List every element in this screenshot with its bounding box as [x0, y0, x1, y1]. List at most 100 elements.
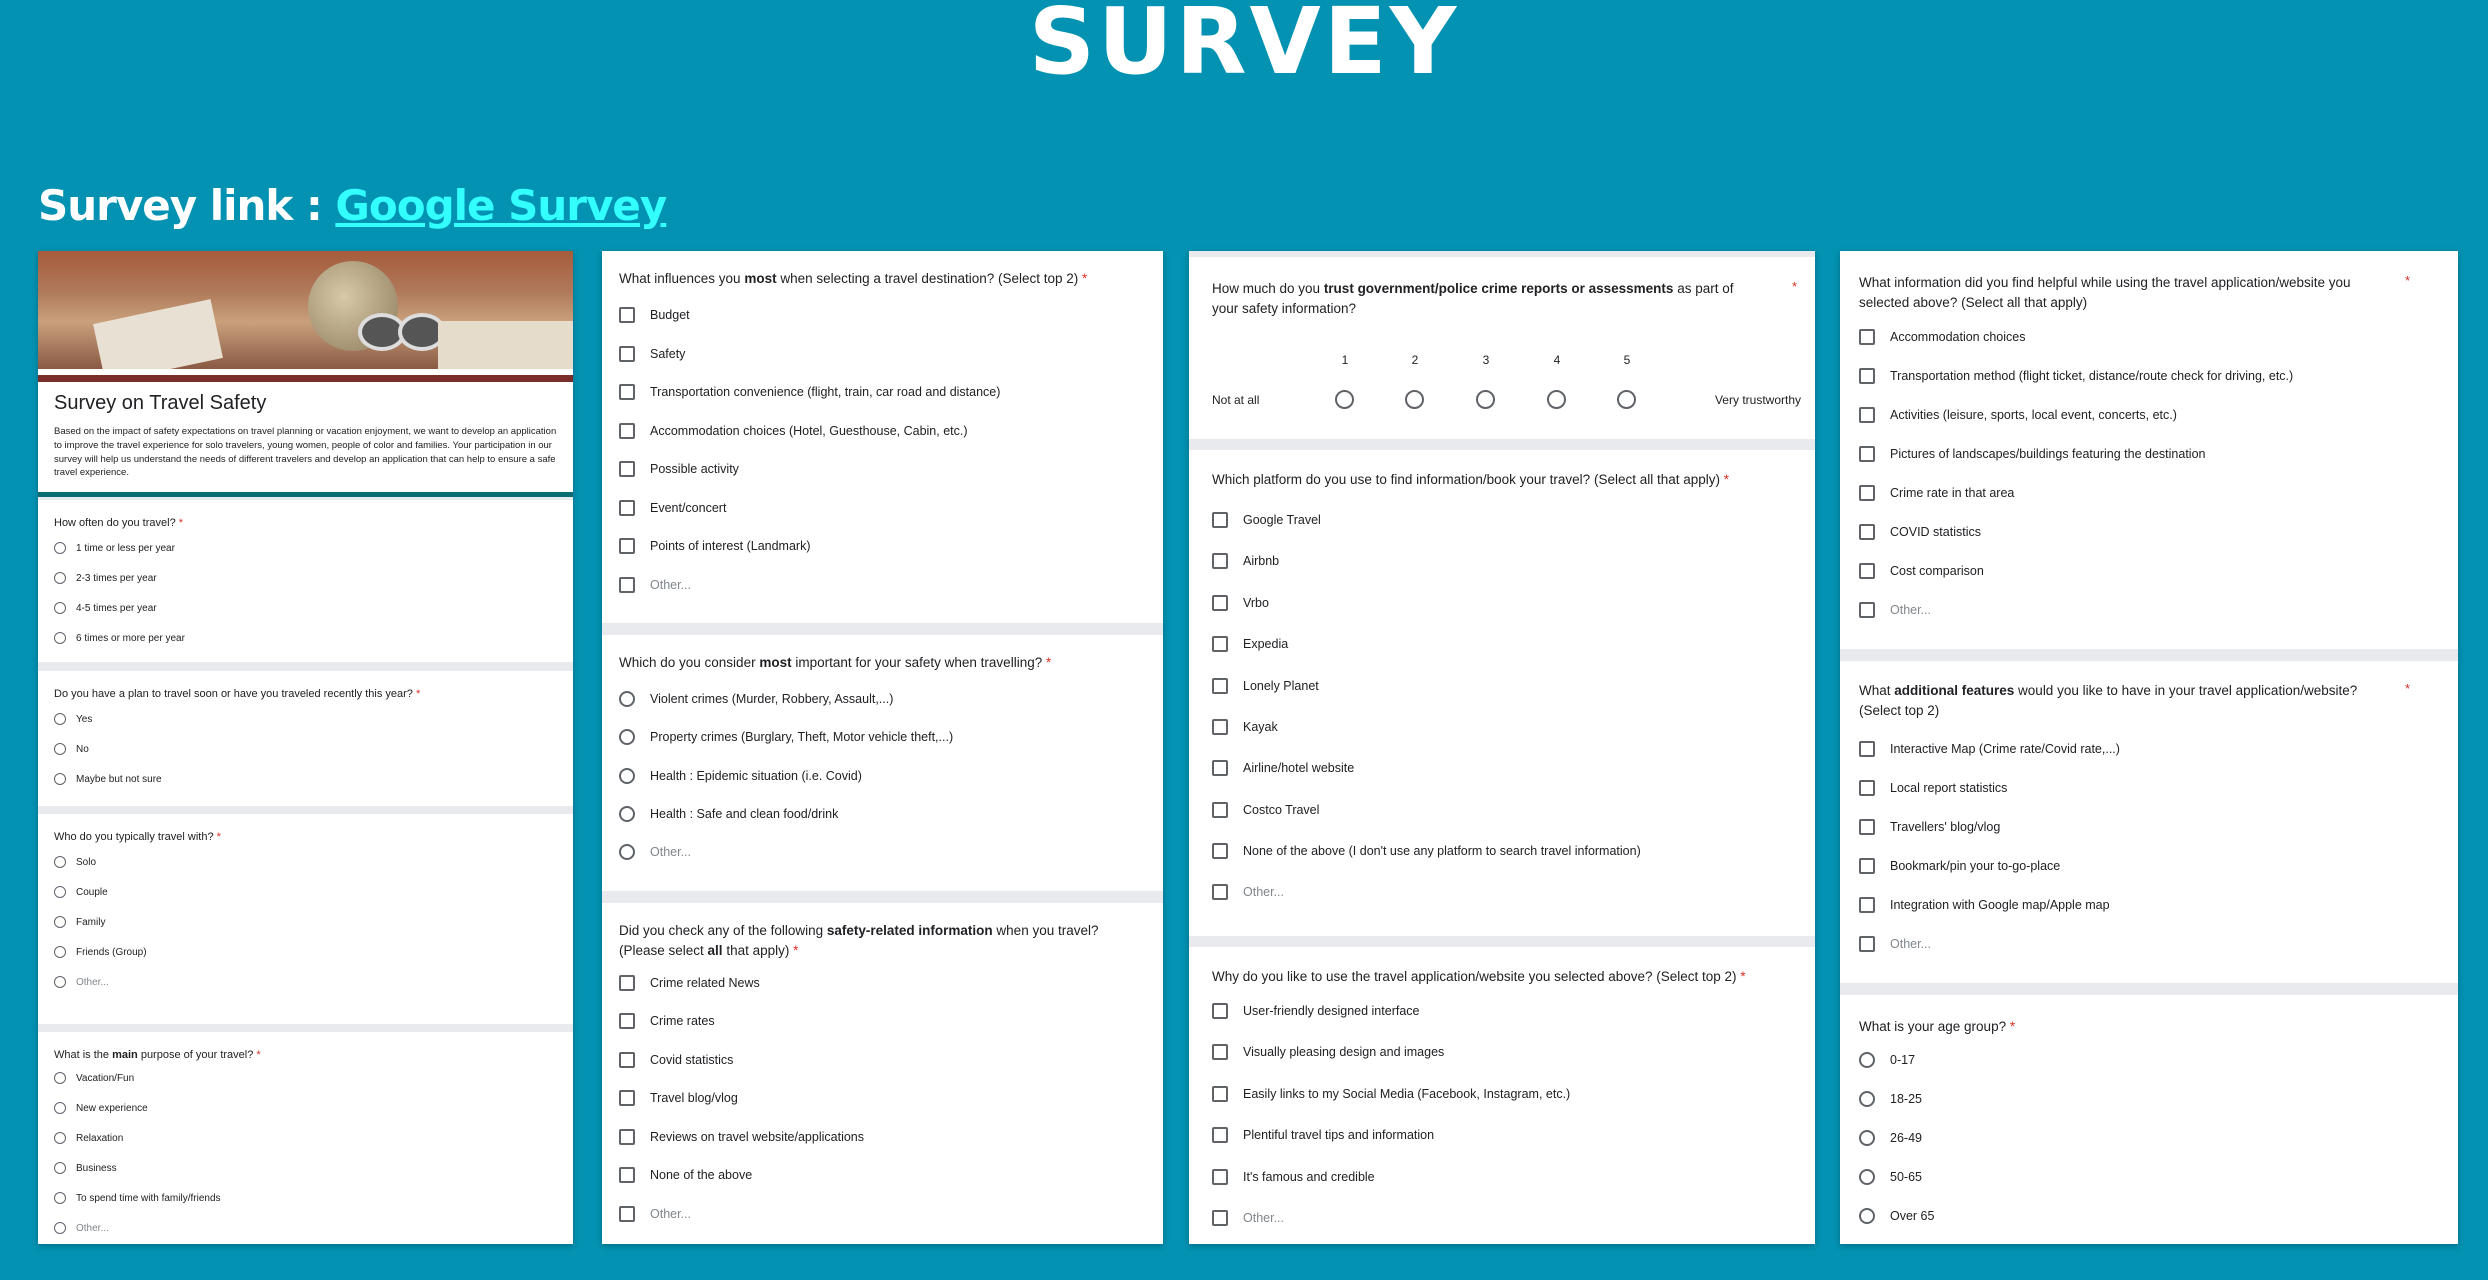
checkbox-option[interactable]: Pictures of landscapes/buildings featuri… — [1859, 446, 2205, 462]
checkbox[interactable] — [1859, 858, 1875, 874]
radio-button[interactable] — [54, 1132, 66, 1144]
checkbox-option[interactable]: Expedia — [1212, 636, 1288, 652]
checkbox[interactable] — [1212, 1169, 1228, 1185]
checkbox-option-other[interactable]: Other... — [1859, 602, 1931, 618]
radio-option[interactable]: Violent crimes (Murder, Robbery, Assault… — [619, 691, 893, 707]
radio-button[interactable] — [54, 856, 66, 868]
checkbox[interactable] — [1212, 884, 1228, 900]
radio-button[interactable] — [54, 542, 66, 554]
checkbox[interactable] — [1212, 1210, 1228, 1226]
checkbox[interactable] — [1859, 563, 1875, 579]
checkbox-option-other[interactable]: Other... — [619, 577, 691, 593]
checkbox-option[interactable]: Travellers' blog/vlog — [1859, 819, 2000, 835]
radio-button[interactable] — [54, 713, 66, 725]
checkbox-option[interactable]: Safety — [619, 346, 685, 362]
radio-option[interactable]: Health : Epidemic situation (i.e. Covid) — [619, 768, 862, 784]
checkbox-option[interactable]: None of the above — [619, 1167, 752, 1183]
checkbox[interactable] — [619, 346, 635, 362]
checkbox[interactable] — [619, 975, 635, 991]
radio-button[interactable] — [1859, 1091, 1875, 1107]
checkbox[interactable] — [1859, 780, 1875, 796]
checkbox[interactable] — [1859, 368, 1875, 384]
radio-option[interactable]: Over 65 — [1859, 1208, 1934, 1224]
radio-button[interactable] — [619, 691, 635, 707]
checkbox-option[interactable]: Plentiful travel tips and information — [1212, 1127, 1434, 1143]
checkbox[interactable] — [1212, 802, 1228, 818]
survey-link[interactable]: Google Survey — [335, 181, 667, 230]
radio-option[interactable]: Vacation/Fun — [54, 1072, 134, 1084]
checkbox[interactable] — [619, 1206, 635, 1222]
scale-radio-1[interactable] — [1335, 390, 1354, 409]
radio-option[interactable]: Couple — [54, 886, 108, 898]
radio-button[interactable] — [1859, 1208, 1875, 1224]
radio-button[interactable] — [619, 768, 635, 784]
radio-button[interactable] — [54, 602, 66, 614]
checkbox-option[interactable]: Crime rates — [619, 1013, 715, 1029]
checkbox[interactable] — [1212, 636, 1228, 652]
radio-button[interactable] — [1859, 1052, 1875, 1068]
checkbox-option[interactable]: Points of interest (Landmark) — [619, 538, 811, 554]
checkbox-option[interactable]: Possible activity — [619, 461, 739, 477]
checkbox-option[interactable]: Accommodation choices (Hotel, Guesthouse… — [619, 423, 968, 439]
radio-option[interactable]: Business — [54, 1162, 117, 1174]
radio-button[interactable] — [54, 572, 66, 584]
radio-button[interactable] — [1859, 1130, 1875, 1146]
radio-option[interactable]: 0-17 — [1859, 1052, 1915, 1068]
checkbox-option[interactable]: Crime related News — [619, 975, 760, 991]
checkbox[interactable] — [1859, 897, 1875, 913]
radio-option-other[interactable]: Other... — [54, 1222, 109, 1234]
radio-option[interactable]: To spend time with family/friends — [54, 1192, 221, 1204]
radio-option[interactable]: 26-49 — [1859, 1130, 1922, 1146]
radio-option[interactable]: Family — [54, 916, 105, 928]
checkbox[interactable] — [1212, 719, 1228, 735]
checkbox[interactable] — [1212, 595, 1228, 611]
radio-button[interactable] — [54, 886, 66, 898]
scale-radio-2[interactable] — [1405, 390, 1424, 409]
checkbox-option-other[interactable]: Other... — [1212, 1210, 1284, 1226]
checkbox[interactable] — [1859, 524, 1875, 540]
checkbox-option[interactable]: Crime rate in that area — [1859, 485, 2014, 501]
radio-button[interactable] — [619, 729, 635, 745]
checkbox-option[interactable]: Transportation method (flight ticket, di… — [1859, 368, 2293, 384]
checkbox[interactable] — [619, 538, 635, 554]
checkbox[interactable] — [619, 1090, 635, 1106]
radio-option[interactable]: 50-65 — [1859, 1169, 1922, 1185]
checkbox[interactable] — [1859, 819, 1875, 835]
checkbox-option[interactable]: Interactive Map (Crime rate/Covid rate,.… — [1859, 741, 2120, 757]
radio-button[interactable] — [619, 844, 635, 860]
radio-button[interactable] — [54, 743, 66, 755]
radio-option[interactable]: Friends (Group) — [54, 946, 147, 958]
checkbox[interactable] — [619, 307, 635, 323]
checkbox[interactable] — [1212, 1003, 1228, 1019]
radio-button[interactable] — [619, 806, 635, 822]
radio-button[interactable] — [54, 1192, 66, 1204]
checkbox-option[interactable]: Travel blog/vlog — [619, 1090, 738, 1106]
radio-option-other[interactable]: Other... — [54, 976, 109, 988]
radio-button[interactable] — [54, 916, 66, 928]
checkbox[interactable] — [619, 384, 635, 400]
checkbox-option[interactable]: Google Travel — [1212, 512, 1321, 528]
radio-option[interactable]: 1 time or less per year — [54, 542, 175, 554]
checkbox[interactable] — [619, 461, 635, 477]
checkbox[interactable] — [1212, 1127, 1228, 1143]
checkbox-option[interactable]: Activities (leisure, sports, local event… — [1859, 407, 2177, 423]
radio-option[interactable]: Relaxation — [54, 1132, 123, 1144]
checkbox[interactable] — [619, 500, 635, 516]
radio-option[interactable]: Yes — [54, 713, 92, 725]
radio-option[interactable]: 18-25 — [1859, 1091, 1922, 1107]
checkbox-option[interactable]: Covid statistics — [619, 1052, 733, 1068]
checkbox-option[interactable]: Easily links to my Social Media (Faceboo… — [1212, 1086, 1570, 1102]
radio-option[interactable]: Maybe but not sure — [54, 773, 162, 785]
radio-button[interactable] — [54, 946, 66, 958]
radio-option[interactable]: New experience — [54, 1102, 148, 1114]
checkbox-option[interactable]: COVID statistics — [1859, 524, 1981, 540]
checkbox[interactable] — [619, 1129, 635, 1145]
radio-button[interactable] — [54, 1102, 66, 1114]
checkbox[interactable] — [1212, 553, 1228, 569]
checkbox-option[interactable]: Airbnb — [1212, 553, 1279, 569]
radio-option[interactable]: 4-5 times per year — [54, 602, 157, 614]
radio-button[interactable] — [54, 1072, 66, 1084]
checkbox-option[interactable]: Vrbo — [1212, 595, 1269, 611]
checkbox[interactable] — [619, 1013, 635, 1029]
checkbox[interactable] — [1859, 741, 1875, 757]
